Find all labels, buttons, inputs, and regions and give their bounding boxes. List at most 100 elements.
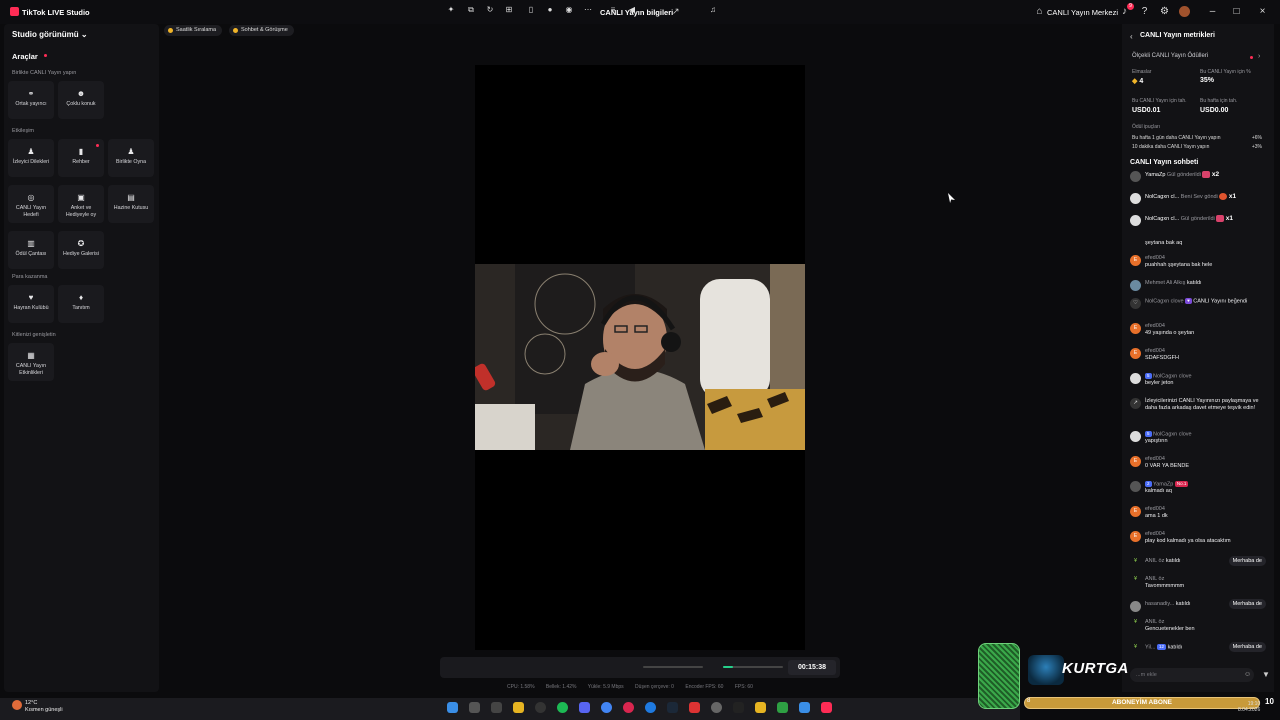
username[interactable]: ANIL öz xyxy=(1145,576,1270,583)
username[interactable]: YamaZp xyxy=(1153,481,1173,487)
tile-gift-gallery[interactable]: ✪ Hediye Galerisi xyxy=(58,231,104,269)
username[interactable]: efed004 xyxy=(1145,348,1270,355)
phone-view-icon[interactable]: ▯ xyxy=(526,5,536,15)
live-center-link[interactable]: CANLI Yayın Merkezi xyxy=(1047,8,1118,17)
say-hello-button[interactable]: Merhaba de xyxy=(1228,599,1266,609)
epic-icon[interactable] xyxy=(733,702,744,713)
spotify-icon[interactable] xyxy=(557,702,568,713)
tile-promote[interactable]: ♦ Tanıtım xyxy=(58,285,104,323)
avatar[interactable] xyxy=(1130,601,1141,612)
system-clock[interactable]: 19:10 8.04.2026 xyxy=(1238,701,1260,713)
avatar[interactable]: ¥ xyxy=(1130,558,1141,569)
add-source-icon[interactable]: ⊞ xyxy=(504,5,514,15)
username[interactable]: hasanadiy... xyxy=(1145,601,1174,607)
help-icon[interactable]: ? xyxy=(1139,6,1150,17)
tile-co-host[interactable]: ⚭ Ortak yayıncı xyxy=(8,81,54,119)
task-view-icon[interactable] xyxy=(469,702,480,713)
file-explorer-icon[interactable] xyxy=(513,702,524,713)
studio-view-dropdown[interactable]: Studio görünümü ⌄ xyxy=(12,30,88,39)
chat-call-pill[interactable]: Sohbet & Görüşme xyxy=(229,25,294,36)
store-icon[interactable] xyxy=(799,702,810,713)
username[interactable]: efed004 xyxy=(1145,456,1270,463)
tile-fan-club[interactable]: ♥ Hayran Kulübü xyxy=(8,285,54,323)
tile-viewer-wishes[interactable]: ♟ İzleyici Dilekleri xyxy=(8,139,54,177)
say-hello-button[interactable]: Merhaba de xyxy=(1228,556,1266,566)
tile-reward-bag[interactable]: ▥ Ödül Çantası xyxy=(8,231,54,269)
username[interactable]: YamaZp xyxy=(1145,172,1165,178)
tiktok-live-studio-icon[interactable] xyxy=(821,702,832,713)
edge-icon[interactable] xyxy=(645,702,656,713)
tile-play-together[interactable]: ♟ Birlikte Oyna xyxy=(108,139,154,177)
app-icon[interactable] xyxy=(689,702,700,713)
username[interactable]: efed004 xyxy=(1145,506,1270,513)
home-icon[interactable]: ⌂ xyxy=(1034,6,1045,17)
username[interactable]: NolCagxn cl... xyxy=(1145,216,1179,222)
share-icon[interactable]: ↗ xyxy=(672,7,681,16)
avatar[interactable] xyxy=(1130,481,1141,492)
avatar[interactable]: E xyxy=(1130,348,1141,359)
chevron-right-icon[interactable]: › xyxy=(1258,53,1260,60)
comment-input[interactable]: ...m ekle xyxy=(1130,668,1254,682)
widgets-icon[interactable] xyxy=(491,702,502,713)
mic-slider[interactable] xyxy=(723,666,783,668)
back-arrow-icon[interactable]: ‹ xyxy=(1130,32,1133,41)
avatar[interactable]: E xyxy=(1130,506,1141,517)
more-icon[interactable]: ⋯ xyxy=(583,5,593,15)
avatar[interactable] xyxy=(1130,215,1141,226)
tile-poll[interactable]: ▣ Anket ve Hediyeyle oy xyxy=(58,185,104,223)
tile-live-events[interactable]: ▦ CANLI Yayın Etkinlikleri xyxy=(8,343,54,381)
obs-icon[interactable] xyxy=(711,702,722,713)
username[interactable]: NolCagxn clove xyxy=(1153,431,1192,437)
mic-icon[interactable]: ♫ xyxy=(708,5,718,15)
avatar[interactable]: ¥ xyxy=(1130,644,1141,655)
avatar[interactable]: E xyxy=(1130,456,1141,467)
username[interactable]: ANIL öz xyxy=(1145,619,1270,626)
opera-icon[interactable] xyxy=(623,702,634,713)
rewards-link[interactable]: Ölçekli CANLI Yayın Ödülleri xyxy=(1132,53,1208,59)
filter-icon[interactable]: ▼ xyxy=(1262,670,1270,679)
emoji-icon[interactable]: ☺ xyxy=(1244,671,1251,678)
avatar[interactable]: E xyxy=(1130,531,1141,542)
username[interactable]: Mehmet Ali Alkış xyxy=(1145,280,1185,286)
avatar[interactable]: E xyxy=(1130,323,1141,334)
discord-icon[interactable] xyxy=(579,702,590,713)
avatar[interactable] xyxy=(1130,373,1141,384)
volume-slider[interactable] xyxy=(643,666,703,668)
username[interactable]: efed004 xyxy=(1145,323,1270,330)
username[interactable]: efed004 xyxy=(1145,255,1270,262)
username[interactable]: NolCagxn clove xyxy=(1145,298,1184,304)
tile-treasure-box[interactable]: ▤ Hazine Kutusu xyxy=(108,185,154,223)
username[interactable]: NolCagxn cl... xyxy=(1145,194,1179,200)
record-icon[interactable]: ● xyxy=(545,5,555,15)
rotate-icon[interactable]: ↻ xyxy=(485,5,495,15)
avatar[interactable] xyxy=(1130,171,1141,182)
avatar[interactable] xyxy=(1130,280,1141,291)
close-icon[interactable]: × xyxy=(1257,6,1268,17)
avatar[interactable]: ¥ xyxy=(1130,619,1141,630)
tile-guide[interactable]: ▮ Rehber xyxy=(58,139,104,177)
chrome-icon[interactable] xyxy=(601,702,612,713)
weather-icon[interactable] xyxy=(12,700,22,710)
app-icon[interactable] xyxy=(535,702,546,713)
maximize-icon[interactable]: □ xyxy=(1231,6,1242,17)
speaker-icon[interactable]: ◀ xyxy=(627,5,637,15)
steam-icon[interactable] xyxy=(667,702,678,713)
gear-icon[interactable]: ⚙ xyxy=(1159,6,1170,17)
say-hello-button[interactable]: Merhaba de xyxy=(1228,642,1266,652)
avatar[interactable] xyxy=(1130,193,1141,204)
avatar[interactable]: ¥ xyxy=(1130,576,1141,587)
start-icon[interactable] xyxy=(447,702,458,713)
layout-icon[interactable]: ⧉ xyxy=(466,5,476,15)
username[interactable]: efed004 xyxy=(1145,531,1270,538)
username[interactable]: NolCagxn clove xyxy=(1153,373,1192,379)
username[interactable]: ANIL öz xyxy=(1145,558,1164,564)
avatar[interactable]: E xyxy=(1130,255,1141,266)
avatar[interactable] xyxy=(1130,431,1141,442)
profile-avatar[interactable] xyxy=(1179,6,1190,17)
hourly-ranking-pill[interactable]: Saatlik Sıralama xyxy=(164,25,223,36)
username[interactable]: Yil... xyxy=(1145,644,1156,650)
camera-icon[interactable]: ◉ xyxy=(564,5,574,15)
xbox-icon[interactable] xyxy=(777,702,788,713)
minimize-icon[interactable]: – xyxy=(1207,6,1218,17)
settings-sliders-icon[interactable]: ≡ xyxy=(608,5,618,15)
